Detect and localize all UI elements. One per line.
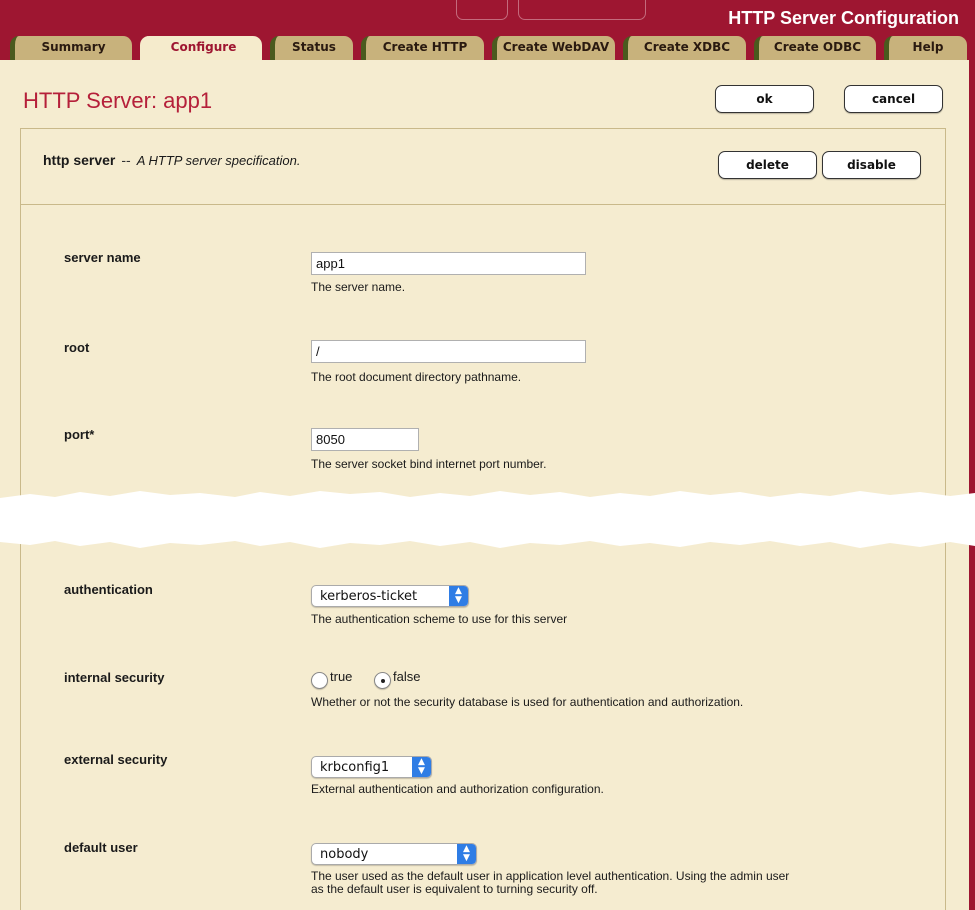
external-security-label: external security bbox=[64, 752, 168, 767]
header-decoration bbox=[456, 0, 508, 20]
default-user-label: default user bbox=[64, 840, 138, 855]
page-break-tear bbox=[0, 491, 975, 548]
default-user-description-line1: The user used as the default user in app… bbox=[311, 869, 790, 883]
root-description: The root document directory pathname. bbox=[311, 370, 522, 384]
server-name-description: The server name. bbox=[311, 280, 406, 294]
ok-button[interactable]: ok bbox=[715, 85, 814, 113]
panel-name: http server bbox=[43, 152, 116, 168]
port-label: port* bbox=[64, 427, 95, 442]
page-title: HTTP Server: app1 bbox=[23, 88, 213, 113]
tab-create-xdbc[interactable]: Create XDBC bbox=[623, 36, 746, 61]
port-description: The server socket bind internet port num… bbox=[311, 457, 547, 471]
authentication-label: authentication bbox=[64, 582, 153, 597]
chevron-updown-icon: ▲ ▼ bbox=[457, 844, 476, 864]
panel-separator: -- bbox=[121, 152, 131, 168]
tab-status[interactable]: Status bbox=[270, 36, 353, 61]
tab-create-http[interactable]: Create HTTP bbox=[361, 36, 484, 61]
content-border bbox=[969, 60, 975, 910]
chevron-updown-icon: ▲ ▼ bbox=[412, 757, 431, 777]
internal-security-label: internal security bbox=[64, 670, 165, 685]
authentication-description: The authentication scheme to use for thi… bbox=[311, 612, 568, 626]
authentication-value: kerberos-ticket bbox=[320, 589, 418, 604]
internal-security-false-radio[interactable] bbox=[374, 672, 391, 689]
server-name-input[interactable] bbox=[311, 252, 586, 275]
header-decoration bbox=[518, 0, 646, 20]
external-security-select[interactable]: krbconfig1 ▲ ▼ bbox=[311, 756, 432, 778]
root-label: root bbox=[64, 340, 90, 355]
tab-configure[interactable]: Configure bbox=[140, 36, 262, 61]
default-user-select[interactable]: nobody ▲ ▼ bbox=[311, 843, 477, 865]
tab-create-odbc[interactable]: Create ODBC bbox=[754, 36, 876, 61]
external-security-description: External authentication and authorizatio… bbox=[311, 782, 604, 796]
chevron-updown-icon: ▲ ▼ bbox=[449, 586, 468, 606]
external-security-value: krbconfig1 bbox=[320, 760, 390, 775]
panel-description: A HTTP server specification. bbox=[136, 153, 301, 168]
default-user-value: nobody bbox=[320, 847, 369, 862]
internal-security-true-radio[interactable] bbox=[311, 672, 328, 689]
delete-button[interactable]: delete bbox=[718, 151, 817, 179]
tab-summary[interactable]: Summary bbox=[10, 36, 132, 61]
tab-help[interactable]: Help bbox=[884, 36, 967, 61]
internal-security-false-label: false bbox=[393, 669, 421, 684]
app-title: HTTP Server Configuration bbox=[728, 8, 959, 28]
cancel-button[interactable]: cancel bbox=[844, 85, 943, 113]
tab-create-webdav[interactable]: Create WebDAV bbox=[492, 36, 615, 61]
authentication-select[interactable]: kerberos-ticket ▲ ▼ bbox=[311, 585, 469, 607]
panel-title: http server -- A HTTP server specification… bbox=[43, 152, 300, 168]
server-name-label: server name bbox=[64, 250, 141, 265]
internal-security-description: Whether or not the security database is … bbox=[311, 695, 744, 709]
root-input[interactable] bbox=[311, 340, 586, 363]
port-input[interactable] bbox=[311, 428, 419, 451]
internal-security-true-label: true bbox=[330, 669, 353, 684]
default-user-description-line2: as the default user is equivalent to tur… bbox=[311, 882, 598, 896]
disable-button[interactable]: disable bbox=[822, 151, 921, 179]
